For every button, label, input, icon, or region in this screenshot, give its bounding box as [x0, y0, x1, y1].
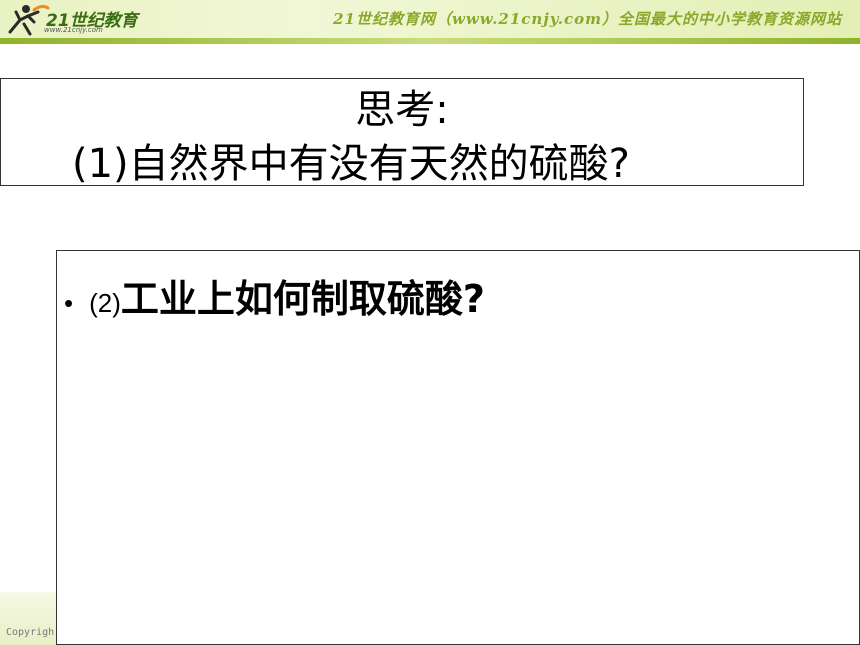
- bullet-text: 工业上如何制取硫酸?: [120, 277, 485, 321]
- slide-title-line1: 思考:: [355, 87, 449, 133]
- bullet-dot: •: [64, 288, 74, 318]
- runner-icon: [8, 4, 50, 36]
- bullet-number: (2): [89, 288, 121, 318]
- header-stripe: [0, 38, 860, 44]
- bullet-item: • (2) 工业上如何制取硫酸?: [64, 268, 485, 323]
- site-header: 21世纪教育 www.21cnjy.com 21世纪教育网（www.21cnjy…: [0, 0, 860, 44]
- copyright-text: Copyrigh: [6, 627, 55, 638]
- site-slogan: 21世纪教育网（www.21cnjy.com）全国最大的中小学教育资源网站: [333, 10, 842, 28]
- logo-subtitle: www.21cnjy.com: [44, 26, 103, 34]
- slide-title-line2: (1)自然界中有没有天然的硫酸?: [72, 141, 630, 187]
